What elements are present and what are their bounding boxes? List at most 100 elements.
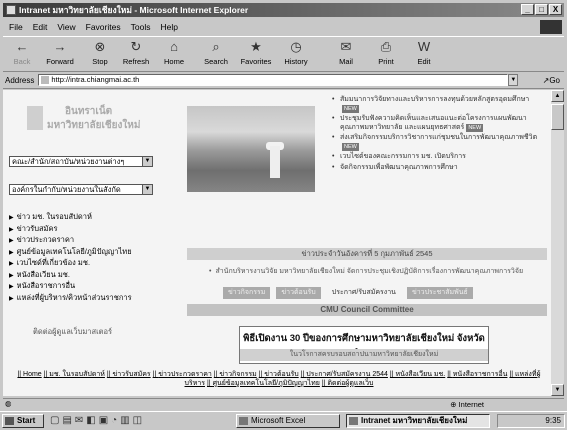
footer-link[interactable]: ข่าวรับสมัคร [107,371,151,378]
history-button[interactable]: ◷ History [279,39,313,69]
forward-button[interactable]: → Forward [43,39,77,69]
history-icon: ◷ [290,39,302,54]
menu-edit[interactable]: Edit [33,22,48,32]
footer-link[interactable]: มช. ในรอบสัปดาห์ [44,371,105,378]
left-nav-link[interactable]: ข่าว มช. ในรอบสัปดาห์ [9,212,159,224]
left-nav-link[interactable]: ข่าวประกวดราคา [9,235,159,247]
left-nav: ข่าว มช. ในรอบสัปดาห์ ข่าวรับสมัคร ข่าวป… [9,212,159,304]
news-item[interactable]: จัดกิจกรรมเพื่อพัฒนาคุณภาพการศึกษา [331,164,547,173]
logo-line2: มหาวิทยาลัยเชียงใหม่ [47,120,141,131]
go-button[interactable]: ↗Go [543,76,560,85]
page-content: อินทราเน็ต มหาวิทยาลัยเชียงใหม่ คณะ/สำนั… [3,90,551,396]
banner-subtitle: ในวโรกาสครบรอบสถาปนามหาวิทยาลัยเชียงใหม่ [240,349,488,361]
vertical-scrollbar[interactable]: ▲ ▼ [551,90,564,396]
logo-line1: อินทราเน็ต [65,106,113,117]
system-tray: 9:35 [497,414,565,428]
menu-help[interactable]: Help [160,22,177,32]
menu-view[interactable]: View [57,22,75,32]
left-nav-link[interactable]: หนังสือเวียน มช. [9,270,159,282]
zone-indicator: ⊕ Internet [450,400,484,409]
contact-webmaster-link[interactable]: ติดต่อผู้ดูแลเว็บมาสเตอร์ [33,326,112,338]
home-button[interactable]: ⌂ Home [157,39,191,69]
favorites-icon: ★ [250,39,262,54]
mail-button[interactable]: ✉ Mail [329,39,363,69]
address-input[interactable]: http://intra.chiangmai.ac.th [38,74,509,86]
menu-tools[interactable]: Tools [131,22,151,32]
footer-link[interactable]: ศูนย์ข้อมูลเทคโนโลยี/ภูมิปัญญาไทย [207,380,320,387]
left-nav-link[interactable]: ข่าวรับสมัคร [9,224,159,236]
window-title: Intranet มหาวิทยาลัยเชียงใหม่ - Microsof… [19,5,249,15]
word-edit-icon: W [417,39,431,54]
chevron-down-icon: ▼ [142,185,152,194]
refresh-icon: ↻ [130,39,142,54]
status-bar: ◍ ⊕ Internet [3,398,564,411]
footer-link[interactable]: ข่าวประกวดราคา [153,371,212,378]
print-button[interactable]: ⎙ Print [369,39,403,69]
search-icon: ⌕ [212,39,220,54]
menu-file[interactable]: File [9,22,23,32]
council-committee-link[interactable]: CMU Council Committee [187,304,547,316]
site-logo[interactable]: อินทราเน็ต มหาวิทยาลัยเชียงใหม่ [27,100,157,144]
page-done-icon: ◍ [5,399,12,408]
title-bar: Intranet มหาวิทยาลัยเชียงใหม่ - Microsof… [3,3,564,17]
clock: 9:35 [545,416,561,425]
start-button[interactable]: Start [2,414,44,428]
refresh-button[interactable]: ↻ Refresh [119,39,153,69]
left-nav-link[interactable]: ศูนย์ข้อมูลเทคโนโลยี/ภูมิปัญญาไทย [9,247,159,259]
close-button[interactable]: X [549,4,562,15]
tab-jobs[interactable]: ประกาศ/รับสมัครงาน [327,287,401,299]
windows-logo-icon [540,20,562,34]
minimize-button[interactable]: _ [521,4,534,15]
footer-link[interactable]: ข่าวกิจกรรม [214,371,257,378]
news-list: สัมมนาการวิจัยทางและบริหารการลงทุนด้วยหล… [331,96,547,174]
address-label: Address [5,75,35,85]
stop-button[interactable]: ⊗ Stop [83,39,117,69]
footer-link[interactable]: Home [17,371,41,378]
quick-launch[interactable]: ▢▤✉◧▣◔▥◫ [50,415,145,426]
news-item[interactable]: ประชุมรับฟังความคิดเห็นและเสนอแนะต่อโครง… [331,115,547,132]
stop-icon: ⊗ [94,39,106,54]
back-button[interactable]: ← Back [5,39,39,69]
news-item[interactable]: สัมมนาการวิจัยทางและบริหารการลงทุนด้วยหล… [331,96,547,113]
back-arrow-icon: ← [15,39,29,54]
new-badge: NEW [342,142,359,151]
scroll-up-icon[interactable]: ▲ [551,90,564,102]
news-item[interactable]: เวบไซต์ของคณะกรรมการ มช. เปิดบริการ [331,153,547,162]
search-button[interactable]: ⌕ Search [199,39,233,69]
ie-icon [6,5,16,15]
address-dropdown-button[interactable]: ▼ [508,74,519,86]
left-nav-link[interactable]: แหล่งที่ผู้บริหาร/คิวหน้าส่วนราชการ [9,293,159,305]
chevron-down-icon: ▼ [142,157,152,166]
toolbar: ← Back → Forward ⊗ Stop ↻ Refresh ⌂ Home ⌕ Sea… [3,36,564,72]
favorites-button[interactable]: ★ Favorites [239,39,273,69]
event-banner[interactable]: พิธีเปิดงาน 30 ปีของการศึกษามหาวิทยาลัยเ… [239,326,489,364]
faculty-select[interactable]: คณะ/สำนัก/สถาบัน/หน่วยงานต่างๆ ▼ [9,156,153,167]
scroll-down-icon[interactable]: ▼ [551,384,564,396]
task-ie[interactable]: Intranet มหาวิทยาลัยเชียงใหม่ [346,414,490,428]
footer-link[interactable]: ติดต่อผู้ดูแลเว็บ [322,380,374,387]
organization-select[interactable]: องค์กรในกำกับ/หน่วยงานในสังกัด ▼ [9,184,153,195]
footer-link[interactable]: ประกาศ/รับสมัครงาน 2544 [301,371,388,378]
menu-favorites[interactable]: Favorites [86,22,121,32]
page-icon [41,76,50,84]
announcement[interactable]: สำนักบริหารงานวิจัย มหาวิทยาลัยเชียงใหม่… [209,266,547,277]
news-item[interactable]: ส่งเสริมกิจกรรมบริการวิชาการแก่ชุมชนในกา… [331,134,547,151]
maximize-button[interactable]: □ [535,4,548,15]
footer-link[interactable]: หนังสือราชการอื่น [447,371,507,378]
footer-link[interactable]: ข่าวต้อนรับ [259,371,299,378]
new-badge: NEW [466,123,484,132]
home-icon: ⌂ [170,39,178,54]
address-bar: Address http://intra.chiangmai.ac.th ▼ ↗… [3,72,564,89]
new-badge: NEW [342,104,359,113]
left-nav-link[interactable]: เวบไซด์ที่เกี่ยวข้อง มช. [9,258,159,270]
footer-link[interactable]: หนังสือเวียน มช. [390,371,445,378]
left-nav-link[interactable]: หนังสือราชการอื่น [9,281,159,293]
browser-window: Intranet มหาวิทยาลัยเชียงใหม่ - Microsof… [0,0,567,411]
forward-arrow-icon: → [53,39,67,54]
scroll-thumb[interactable] [551,104,564,130]
edit-button[interactable]: W Edit [407,39,441,69]
tab-welcome[interactable]: ข่าวต้อนรับ [276,287,321,299]
task-excel[interactable]: Microsoft Excel [236,414,340,428]
tab-activities[interactable]: ข่าวกิจกรรม [223,287,271,299]
tab-pr[interactable]: ข่าวประชาสัมพันธ์ [406,287,473,299]
